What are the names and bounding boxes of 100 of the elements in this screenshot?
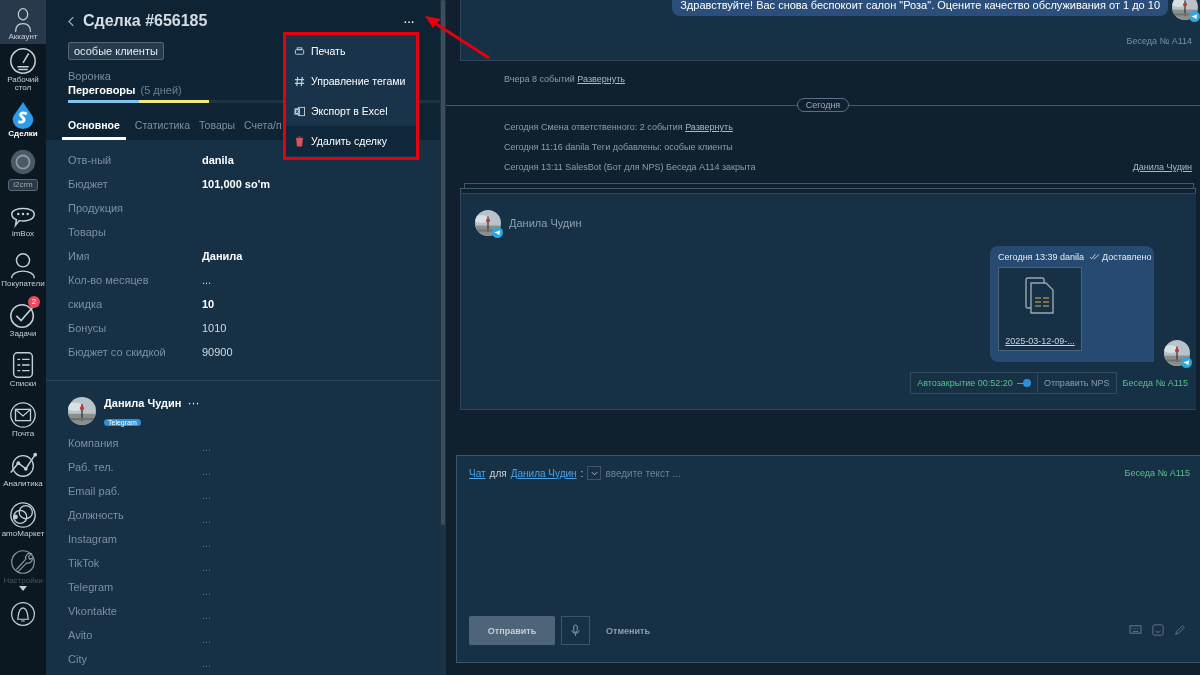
contact-name[interactable]: Данила Чудин: [509, 217, 582, 229]
file-attachment[interactable]: 2025-03-12-09-...: [998, 267, 1082, 351]
field-value[interactable]: 10: [202, 298, 215, 310]
sidebar-label: amoМаркет: [1, 529, 45, 539]
conversation-label: Беседа № A114: [1126, 36, 1192, 46]
back-icon[interactable]: [68, 15, 75, 27]
field-label: City: [68, 653, 88, 665]
composer-text: :: [580, 467, 584, 479]
hash-icon: [294, 75, 305, 87]
sidebar-item[interactable]: Покупатели: [0, 244, 46, 294]
more-button[interactable]: ···: [399, 13, 418, 29]
sidebar-item[interactable]: Списки: [0, 344, 46, 394]
field-value[interactable]: 101,000 so'm: [202, 178, 271, 190]
scrollbar[interactable]: [440, 0, 446, 675]
field-label: Товары: [68, 226, 107, 238]
message-bubble: Здравствуйте! Вас снова беспокоит салон "Роза". Оцените качество обслуживания от 1 до 10: [672, 0, 1168, 16]
tab[interactable]: Основное: [62, 115, 126, 140]
microphone-button[interactable]: [561, 616, 590, 645]
expand-link[interactable]: Развернуть: [577, 74, 626, 84]
toggle-switch[interactable]: [1016, 379, 1031, 387]
field-label: Instagram: [68, 533, 118, 545]
field-value[interactable]: 1010: [202, 322, 227, 334]
menu-item[interactable]: Удалить сделку: [286, 126, 416, 156]
field-label: Продукция: [68, 202, 125, 214]
circles-icon: [8, 499, 38, 530]
sidebar-label: i2crm: [8, 178, 38, 192]
sidebar-label: imBox: [11, 229, 35, 239]
menu-item[interactable]: Печать: [286, 36, 416, 66]
menu-item[interactable]: Управление тегами: [286, 66, 416, 96]
field-value[interactable]: Данила: [202, 250, 243, 262]
sidebar-item[interactable]: Почта: [0, 394, 46, 444]
notification-badge: 2: [28, 296, 40, 308]
microphone-icon: [571, 624, 580, 637]
field-value[interactable]: 90900: [202, 346, 233, 358]
sidebar-item[interactable]: Сделки: [0, 94, 46, 144]
file-link[interactable]: 2025-03-12-09-...: [1005, 336, 1075, 346]
autoclose-label: Автозакрытие 00:52:20: [917, 378, 1013, 388]
trash-icon: [294, 135, 305, 147]
cancel-button[interactable]: Отменить: [600, 624, 656, 637]
field-label: Бюджет: [68, 178, 109, 190]
pencil-icon[interactable]: [1174, 624, 1186, 636]
contact-link[interactable]: Данила Чудин: [510, 467, 577, 479]
field-label: Telegram: [68, 581, 115, 593]
tag[interactable]: особые клиенты: [68, 42, 164, 60]
double-check-icon: [1089, 253, 1101, 261]
sidebar-item[interactable]: imBox: [0, 194, 46, 244]
field-label: Отв-ный: [68, 154, 113, 166]
stage-text: Переговоры (5 дней): [68, 84, 182, 96]
field-label: TikTok: [68, 557, 101, 569]
sidebar-item[interactable]: i2crm: [0, 144, 46, 194]
telegram-badge-icon: [1189, 11, 1200, 22]
field-label: Vkontakte: [68, 605, 118, 617]
event-text: Сегодня Смена ответственного: 2 события Развернуть: [504, 122, 733, 132]
recipient-dropdown[interactable]: [587, 466, 602, 480]
telegram-badge-icon: [492, 227, 503, 238]
sidebar-label: Задачи: [9, 329, 37, 339]
printer-icon: [294, 45, 305, 57]
composer-text: для: [489, 467, 507, 479]
expand-link[interactable]: Развернуть: [685, 122, 733, 132]
field-label: Имя: [68, 250, 91, 262]
autoclose-control[interactable]: Автозакрытие 00:52:20 Отправить NPS: [910, 372, 1117, 394]
keyboard-icon[interactable]: [1129, 624, 1142, 635]
envelope-icon: [8, 399, 38, 430]
sidebar-label: Аккаунт: [8, 32, 38, 42]
chat-link[interactable]: Чат: [469, 467, 486, 479]
field-label: скидка: [68, 298, 104, 310]
more-button[interactable]: ···: [187, 396, 200, 410]
field-value[interactable]: danila: [202, 154, 234, 166]
field-label: Раб. тел.: [68, 461, 115, 473]
contact-link[interactable]: Данила Чудин: [1132, 162, 1192, 172]
menu-item[interactable]: Экспорт в Excel: [286, 96, 416, 126]
tab[interactable]: Статистика: [134, 115, 190, 140]
chevron-down-icon: [590, 470, 598, 476]
field-label: Avito: [68, 629, 94, 641]
field-label: Бонусы: [68, 322, 108, 334]
event-text: Вчера 8 событий Развернуть: [504, 74, 626, 84]
sidebar-label: Почта: [11, 429, 35, 439]
tab[interactable]: Товары: [199, 115, 236, 140]
conversation-label: Беседа № A115: [1124, 468, 1190, 478]
message-input[interactable]: введите текст ...: [605, 467, 806, 479]
sidebar-label: Рабочий стол: [6, 75, 40, 93]
sidebar-item[interactable]: Задачи 2: [0, 294, 46, 344]
field-label: Кол-во месяцев: [68, 274, 150, 286]
annotation-arrow: [425, 16, 491, 60]
message-meta: Сегодня 13:39 danila: [998, 252, 1085, 262]
contact-name[interactable]: Данила Чудин: [104, 397, 182, 409]
send-nps-button[interactable]: Отправить NPS: [1036, 373, 1116, 393]
field-value[interactable]: ...: [202, 274, 212, 286]
tab[interactable]: Счета/п: [244, 115, 282, 140]
sidebar-item[interactable]: Аналитика: [0, 444, 46, 494]
sidebar-item[interactable]: amoМаркет: [0, 494, 46, 544]
field-label: Бюджет со скидкой: [68, 346, 167, 358]
field-label: Email раб.: [68, 485, 122, 497]
smiley-icon[interactable]: [1152, 624, 1164, 636]
sidebar-item[interactable]: Аккаунт: [0, 0, 46, 44]
pipeline-label: Воронка: [68, 70, 111, 82]
event-text: Сегодня 11:16 danila Теги добавлены: особые клиенты: [504, 142, 733, 152]
sidebar-label: Списки: [9, 379, 37, 389]
sidebar-item[interactable]: Рабочий стол: [0, 44, 46, 94]
bell-icon[interactable]: [9, 600, 37, 628]
